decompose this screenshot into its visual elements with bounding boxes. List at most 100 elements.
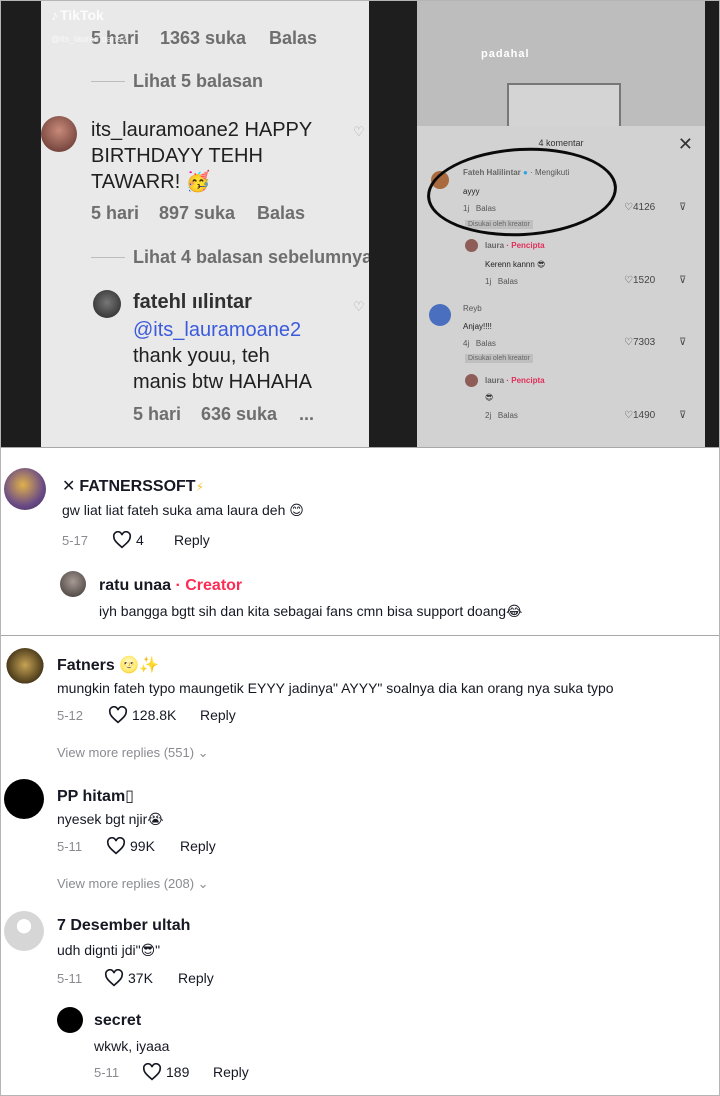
comment-username[interactable]: fatehl ıılintar: [133, 291, 252, 314]
like-button[interactable]: 128.8K: [108, 705, 177, 724]
close-icon[interactable]: ✕: [678, 134, 693, 155]
chevron-down-icon: ⌄: [197, 876, 209, 891]
view-replies-link[interactable]: Lihat 4 balasan sebelumnya: [133, 247, 369, 268]
comment-text: Kerenn kannn 😎: [485, 260, 546, 269]
heart-icon[interactable]: [106, 836, 126, 855]
comments-sheet: 4 komentar ✕ Fateh Halilintar ● · Mengik…: [417, 126, 705, 447]
comment-date: 5-11: [57, 839, 83, 854]
like-count: 99K: [130, 838, 155, 854]
reply-button[interactable]: Reply: [180, 838, 216, 854]
comment-text: thank youu, teh: [133, 345, 270, 367]
comment-likes: 636 suka: [201, 404, 278, 424]
like-count: 1490: [632, 410, 656, 421]
creator-tag: · Creator: [175, 577, 243, 594]
avatar[interactable]: [4, 468, 46, 510]
dislike-icon[interactable]: ⊽: [679, 337, 686, 348]
comment-time: 2j: [485, 411, 492, 420]
like-count: 4126: [632, 202, 656, 213]
section-divider: [1, 447, 719, 448]
heart-icon[interactable]: ♡: [624, 337, 633, 348]
heart-icon[interactable]: ♡: [624, 202, 633, 213]
reply-button[interactable]: Reply: [174, 532, 210, 548]
reply-username[interactable]: ratu unaa: [99, 577, 171, 594]
reply-button[interactable]: Reply: [200, 707, 236, 723]
collage-gap: [369, 1, 417, 447]
divider: [91, 81, 125, 82]
avatar[interactable]: [57, 1007, 83, 1033]
dislike-icon[interactable]: ⊽: [679, 202, 686, 213]
mention-link[interactable]: @its_lauramoane2: [133, 317, 301, 344]
reply-link[interactable]: Balas: [476, 339, 496, 348]
comment-username[interactable]: its_lauramoane2: [91, 119, 239, 141]
avatar[interactable]: [41, 116, 77, 152]
comment-username[interactable]: PP hitam▯: [57, 786, 134, 806]
heart-icon[interactable]: ♡: [624, 410, 633, 421]
comment-username[interactable]: FATNERSSOFT: [79, 478, 195, 495]
avatar[interactable]: [6, 648, 44, 686]
reply-link[interactable]: Balas: [498, 277, 518, 286]
reply-button[interactable]: Reply: [178, 970, 214, 986]
reply-link[interactable]: Balas: [257, 203, 305, 224]
dislike-icon[interactable]: ⊽: [679, 275, 686, 286]
avatar[interactable]: [429, 304, 451, 326]
like-button[interactable]: 189: [142, 1062, 190, 1081]
heart-icon[interactable]: [112, 530, 132, 549]
comment-time: 1j: [485, 277, 492, 286]
comment-text: Anjay!!!!: [463, 322, 492, 331]
dislike-icon[interactable]: ⊽: [679, 410, 686, 421]
view-more-replies[interactable]: View more replies (208) ⌄: [57, 876, 209, 892]
reply-link[interactable]: Balas: [498, 411, 518, 420]
comment-likes: 1363 suka: [160, 28, 247, 48]
heart-icon[interactable]: ♡: [353, 299, 365, 315]
reply-link[interactable]: Balas: [269, 28, 317, 49]
view-more-label[interactable]: View more replies (551): [57, 745, 194, 760]
view-more-label[interactable]: View more replies (208): [57, 876, 194, 891]
tiktok-logo-icon: ♪: [51, 7, 58, 23]
comment-username[interactable]: Reyb: [463, 304, 482, 313]
left-screenshot: 5 hari 1363 suka Balas Lihat 5 balasan i…: [41, 1, 369, 447]
like-count: 37K: [128, 970, 153, 986]
like-button[interactable]: 4: [112, 530, 144, 549]
watermark-username: @its_lauramoane2: [51, 34, 127, 44]
comment-text: mungkin fateh typo maungetik EYYY jadiny…: [57, 680, 614, 696]
avatar[interactable]: [4, 779, 44, 819]
reply-text: iyh bangga bgtt sih dan kita sebagai fan…: [99, 603, 523, 619]
comment-text: TAWARR! 🥳: [91, 171, 211, 193]
avatar[interactable]: [60, 571, 86, 597]
comment-username[interactable]: 7 Desember ultah: [57, 917, 190, 935]
default-avatar-icon[interactable]: [4, 911, 44, 951]
avatar[interactable]: [465, 374, 478, 387]
comment-text: gw liat liat fateh suka ama laura deh 😊: [62, 502, 304, 518]
comment-username[interactable]: laura: [485, 376, 504, 385]
like-button[interactable]: 37K: [104, 968, 153, 987]
heart-icon[interactable]: [108, 705, 128, 724]
comment-text: nyesek bgt njir😭: [57, 811, 164, 827]
right-screenshot: padahal 4 komentar ✕ Fateh Halilintar ● …: [417, 1, 705, 447]
reply-username[interactable]: secret: [94, 1012, 141, 1030]
like-count: 4: [136, 532, 144, 548]
like-count: 189: [166, 1064, 190, 1080]
liked-by-creator-badge: Disukai oleh kreator: [465, 354, 533, 363]
more-options-icon[interactable]: ...: [299, 404, 314, 425]
comment-username[interactable]: Fatners 🌝✨: [57, 655, 159, 675]
reply-button[interactable]: Reply: [213, 1064, 249, 1080]
heart-icon[interactable]: ♡: [624, 275, 633, 286]
avatar[interactable]: [465, 239, 478, 252]
avatar[interactable]: [93, 290, 121, 318]
like-button[interactable]: 99K: [106, 836, 155, 855]
heart-icon[interactable]: [142, 1062, 162, 1081]
view-replies-link[interactable]: Lihat 5 balasan: [133, 71, 263, 92]
view-more-replies[interactable]: View more replies (551) ⌄: [57, 745, 209, 761]
chevron-down-icon: ⌄: [197, 745, 209, 760]
comment-time: 5 hari: [133, 404, 182, 424]
heart-icon[interactable]: ♡: [353, 124, 365, 140]
x-icon: ✕: [62, 478, 76, 495]
heart-icon[interactable]: [104, 968, 124, 987]
comment-username[interactable]: laura: [485, 241, 504, 250]
comment-date: 5-11: [57, 971, 83, 986]
comment-likes: 897 suka: [159, 203, 236, 223]
comment-text: HAPPY: [244, 119, 313, 141]
comment-text: 😎: [485, 393, 494, 402]
section-divider: [1, 635, 719, 636]
like-count: 128.8K: [132, 707, 177, 723]
